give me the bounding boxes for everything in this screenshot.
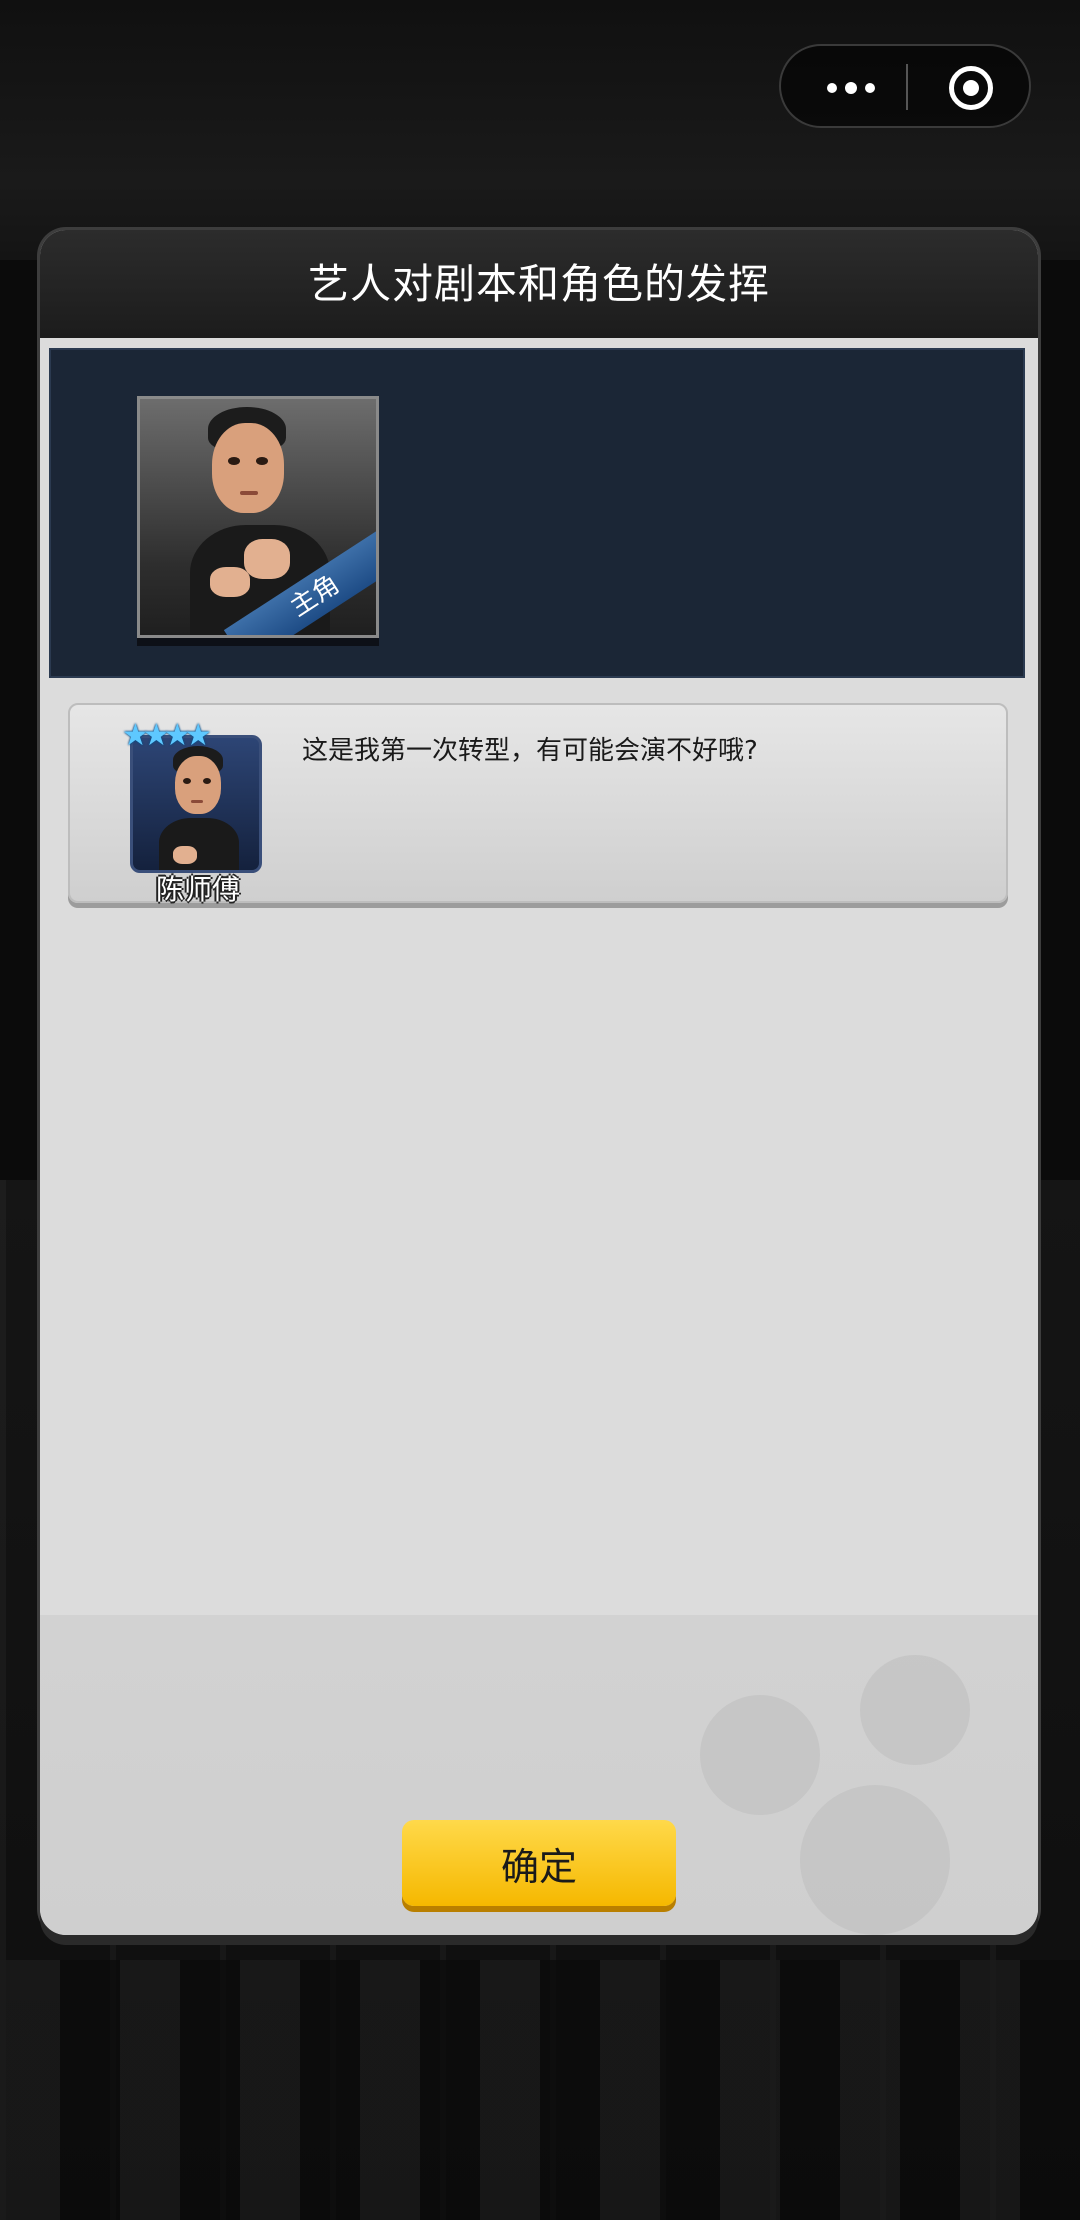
capsule-divider [906, 64, 908, 110]
star-icon: ★ [184, 718, 212, 753]
character-portrait-small [133, 738, 259, 870]
background-top [0, 0, 1080, 260]
background-floor [0, 1960, 1080, 2220]
hero-panel: 主角 [49, 348, 1025, 678]
performance-dialog: 艺人对剧本和角色的发挥 主角 ★★★★ 陈师傅 这是我第一次转型，有可能会演不好… [40, 230, 1038, 1935]
dialog-title: 艺人对剧本和角色的发挥 [308, 260, 770, 308]
target-close-icon[interactable] [949, 66, 993, 110]
actor-line: 这是我第一次转型，有可能会演不好哦? [302, 736, 758, 766]
actor-name: 陈师傅 [155, 873, 240, 906]
film-reel-decoration [800, 1785, 950, 1935]
actor-dialogue-card: ★★★★ 陈师傅 这是我第一次转型，有可能会演不好哦? [68, 703, 1008, 906]
actor-avatar[interactable] [130, 735, 262, 873]
film-reel-decoration [860, 1655, 970, 1765]
more-dots-icon[interactable] [815, 68, 889, 106]
confirm-button[interactable]: 确定 [402, 1820, 676, 1906]
lead-role-card[interactable]: 主角 [137, 396, 379, 638]
star-rating: ★★★★ [122, 721, 212, 751]
film-reel-decoration [700, 1695, 820, 1815]
miniprogram-capsule [779, 44, 1031, 128]
